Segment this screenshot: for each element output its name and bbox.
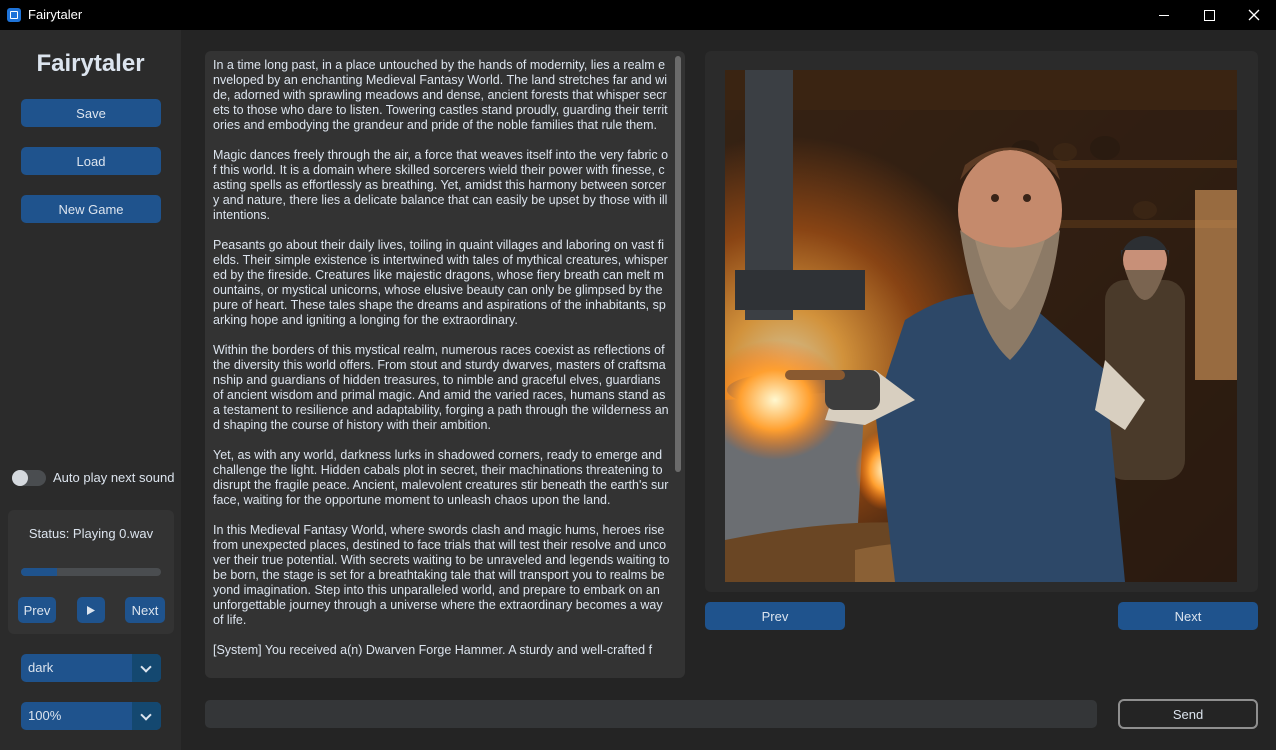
close-icon bbox=[1248, 9, 1260, 21]
theme-value: dark bbox=[28, 660, 54, 675]
close-button[interactable] bbox=[1231, 0, 1276, 30]
status-text: Status: Playing 0.wav bbox=[28, 526, 154, 541]
chevron-down-icon bbox=[140, 661, 152, 673]
progress-fill bbox=[21, 568, 58, 576]
image-next-button[interactable]: Next bbox=[1118, 602, 1258, 630]
theme-select[interactable]: dark bbox=[21, 654, 161, 682]
load-button[interactable]: Load bbox=[21, 147, 161, 175]
chevron-down-icon bbox=[140, 709, 152, 721]
message-input[interactable] bbox=[205, 700, 1097, 728]
theme-dropdown-button[interactable] bbox=[132, 654, 161, 682]
scale-dropdown-button[interactable] bbox=[132, 702, 161, 730]
autoplay-label: Auto play next sound bbox=[53, 470, 175, 485]
audio-prev-button[interactable]: Prev bbox=[18, 597, 56, 623]
scale-select[interactable]: 100% bbox=[21, 702, 161, 730]
story-textbox[interactable]: In a time long past, in a place untouche… bbox=[205, 51, 685, 678]
audio-play-button[interactable] bbox=[77, 597, 105, 623]
audio-status-panel: Status: Playing 0.wav Prev Next bbox=[8, 510, 174, 634]
autoplay-switch[interactable] bbox=[12, 470, 46, 486]
title-bar: Fairytaler bbox=[0, 0, 1276, 30]
new-game-button[interactable]: New Game bbox=[21, 195, 161, 223]
save-button[interactable]: Save bbox=[21, 99, 161, 127]
story-scrollbar[interactable] bbox=[675, 56, 681, 472]
image-panel bbox=[705, 51, 1258, 592]
image-prev-button[interactable]: Prev bbox=[705, 602, 845, 630]
window-title: Fairytaler bbox=[28, 7, 83, 22]
minimize-button[interactable] bbox=[1141, 0, 1187, 30]
switch-knob bbox=[12, 470, 28, 486]
play-icon bbox=[87, 605, 95, 615]
story-text: In a time long past, in a place untouche… bbox=[213, 58, 670, 657]
maximize-icon bbox=[1203, 9, 1215, 21]
minimize-icon bbox=[1159, 14, 1169, 16]
maximize-button[interactable] bbox=[1186, 0, 1232, 30]
app-name: Fairytaler bbox=[36, 50, 145, 77]
scale-value: 100% bbox=[28, 708, 62, 723]
audio-next-button[interactable]: Next bbox=[125, 597, 165, 623]
app-icon bbox=[7, 8, 21, 22]
send-button[interactable]: Send bbox=[1118, 699, 1258, 729]
audio-progress-bar bbox=[21, 568, 161, 576]
sidebar: Fairytaler Save Load New Game Auto play … bbox=[0, 30, 181, 750]
story-illustration bbox=[725, 70, 1237, 582]
